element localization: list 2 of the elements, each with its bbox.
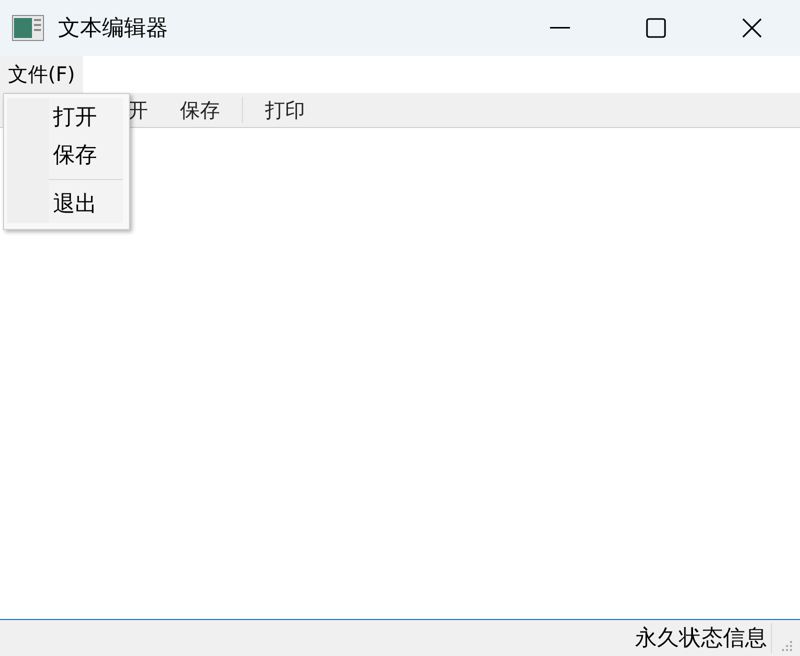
- window-title: 文本编辑器: [58, 15, 168, 43]
- status-text: 永久状态信息: [635, 623, 772, 653]
